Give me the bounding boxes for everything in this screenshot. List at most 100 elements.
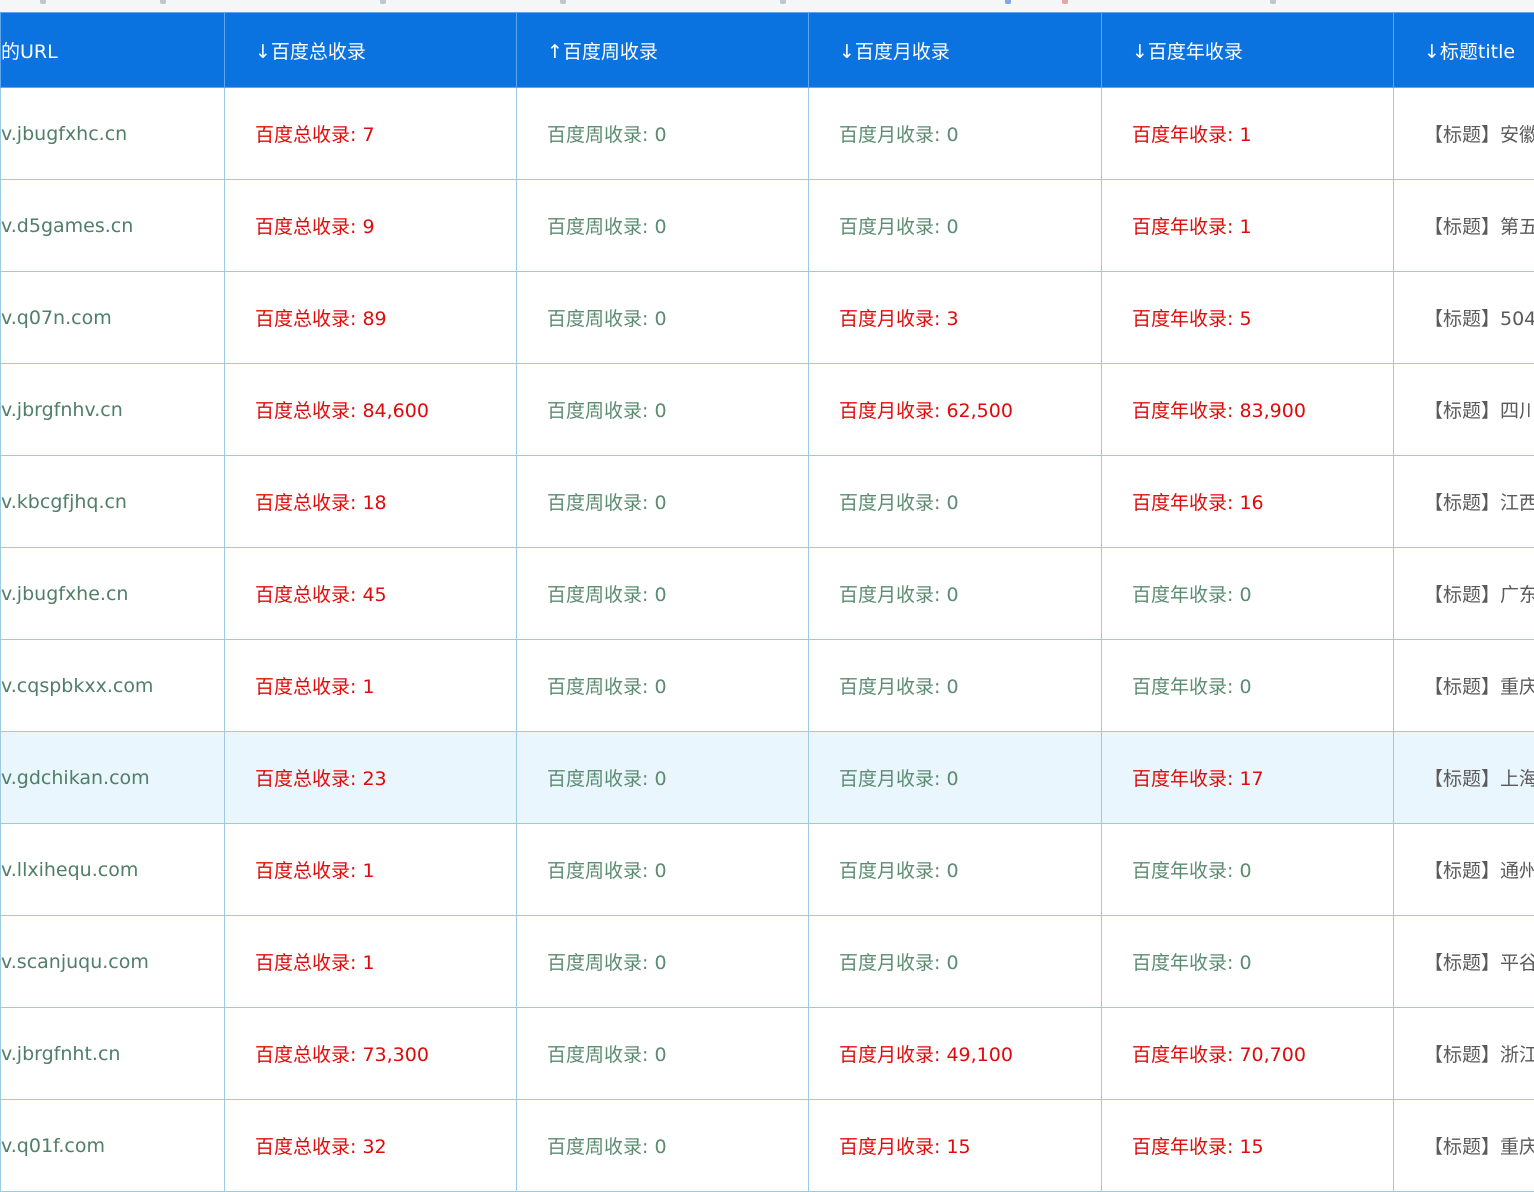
cell-title: 【标题】重庆 bbox=[1394, 1100, 1534, 1192]
cell-title: 【标题】四川 bbox=[1394, 364, 1534, 456]
bookmark-fragment[interactable] bbox=[1062, 0, 1068, 4]
cell-total-index: 百度总收录: 45 bbox=[225, 548, 517, 640]
cell-monthly-index: 百度月收录: 0 bbox=[809, 548, 1102, 640]
cell-yearly-index: 百度年收录: 83,900 bbox=[1102, 364, 1394, 456]
cell-monthly-index: 百度月收录: 0 bbox=[809, 640, 1102, 732]
table-header-row: 的URL ↓百度总收录 ↑百度周收录 ↓百度月收录 ↓百度年收录 ↓标题titl… bbox=[1, 13, 1534, 88]
cell-yearly-index: 百度年收录: 0 bbox=[1102, 548, 1394, 640]
cell-weekly-index: 百度周收录: 0 bbox=[517, 548, 809, 640]
cell-title: 【标题】通州 bbox=[1394, 824, 1534, 916]
column-header-yearly-index[interactable]: ↓百度年收录 bbox=[1102, 13, 1394, 88]
cell-weekly-index: 百度周收录: 0 bbox=[517, 456, 809, 548]
cell-yearly-index: 百度年收录: 15 bbox=[1102, 1100, 1394, 1192]
cell-url[interactable]: v.gdchikan.com bbox=[1, 732, 225, 824]
cell-monthly-index: 百度月收录: 0 bbox=[809, 916, 1102, 1008]
bookmark-fragment[interactable] bbox=[380, 0, 386, 4]
cell-total-index: 百度总收录: 18 bbox=[225, 456, 517, 548]
cell-title: 【标题】重庆 bbox=[1394, 640, 1534, 732]
cell-url[interactable]: v.jbugfxhc.cn bbox=[1, 88, 225, 180]
cell-weekly-index: 百度周收录: 0 bbox=[517, 364, 809, 456]
cell-url[interactable]: v.llxihequ.com bbox=[1, 824, 225, 916]
cell-yearly-index: 百度年收录: 1 bbox=[1102, 88, 1394, 180]
cell-total-index: 百度总收录: 89 bbox=[225, 272, 517, 364]
cell-yearly-index: 百度年收录: 0 bbox=[1102, 916, 1394, 1008]
cell-weekly-index: 百度周收录: 0 bbox=[517, 88, 809, 180]
cell-monthly-index: 百度月收录: 0 bbox=[809, 824, 1102, 916]
bookmark-fragment[interactable] bbox=[560, 0, 566, 4]
bookmark-fragment[interactable] bbox=[40, 0, 46, 4]
cell-title: 【标题】上海 bbox=[1394, 732, 1534, 824]
table-row[interactable]: v.cqspbkxx.com百度总收录: 1百度周收录: 0百度月收录: 0百度… bbox=[1, 640, 1534, 732]
cell-weekly-index: 百度周收录: 0 bbox=[517, 732, 809, 824]
cell-total-index: 百度总收录: 32 bbox=[225, 1100, 517, 1192]
cell-yearly-index: 百度年收录: 0 bbox=[1102, 824, 1394, 916]
cell-yearly-index: 百度年收录: 1 bbox=[1102, 180, 1394, 272]
cell-url[interactable]: v.kbcgfjhq.cn bbox=[1, 456, 225, 548]
cell-total-index: 百度总收录: 1 bbox=[225, 824, 517, 916]
cell-title: 【标题】广东 bbox=[1394, 548, 1534, 640]
cell-yearly-index: 百度年收录: 17 bbox=[1102, 732, 1394, 824]
cell-total-index: 百度总收录: 84,600 bbox=[225, 364, 517, 456]
cell-url[interactable]: v.cqspbkxx.com bbox=[1, 640, 225, 732]
bookmark-fragment[interactable] bbox=[1005, 0, 1011, 4]
cell-yearly-index: 百度年收录: 5 bbox=[1102, 272, 1394, 364]
cell-title: 【标题】江西 bbox=[1394, 456, 1534, 548]
column-header-title[interactable]: ↓标题title bbox=[1394, 13, 1534, 88]
cell-monthly-index: 百度月收录: 0 bbox=[809, 88, 1102, 180]
column-header-monthly-index[interactable]: ↓百度月收录 bbox=[809, 13, 1102, 88]
table-row[interactable]: v.jbrgfnhv.cn百度总收录: 84,600百度周收录: 0百度月收录:… bbox=[1, 364, 1534, 456]
cell-total-index: 百度总收录: 1 bbox=[225, 916, 517, 1008]
cell-monthly-index: 百度月收录: 49,100 bbox=[809, 1008, 1102, 1100]
cell-url[interactable]: v.scanjuqu.com bbox=[1, 916, 225, 1008]
cell-total-index: 百度总收录: 9 bbox=[225, 180, 517, 272]
cell-url[interactable]: v.jbrgfnht.cn bbox=[1, 1008, 225, 1100]
cell-url[interactable]: v.q01f.com bbox=[1, 1100, 225, 1192]
cell-title: 【标题】平谷 bbox=[1394, 916, 1534, 1008]
cell-weekly-index: 百度周收录: 0 bbox=[517, 1100, 809, 1192]
cell-url[interactable]: v.d5games.cn bbox=[1, 180, 225, 272]
cell-weekly-index: 百度周收录: 0 bbox=[517, 180, 809, 272]
table-row[interactable]: v.llxihequ.com百度总收录: 1百度周收录: 0百度月收录: 0百度… bbox=[1, 824, 1534, 916]
cell-weekly-index: 百度周收录: 0 bbox=[517, 1008, 809, 1100]
cell-url[interactable]: v.q07n.com bbox=[1, 272, 225, 364]
table-row[interactable]: v.jbrgfnht.cn百度总收录: 73,300百度周收录: 0百度月收录:… bbox=[1, 1008, 1534, 1100]
cell-yearly-index: 百度年收录: 70,700 bbox=[1102, 1008, 1394, 1100]
cell-monthly-index: 百度月收录: 15 bbox=[809, 1100, 1102, 1192]
table-row[interactable]: v.q01f.com百度总收录: 32百度周收录: 0百度月收录: 15百度年收… bbox=[1, 1100, 1534, 1192]
cell-url[interactable]: v.jbugfxhe.cn bbox=[1, 548, 225, 640]
column-header-total-index[interactable]: ↓百度总收录 bbox=[225, 13, 517, 88]
cell-monthly-index: 百度月收录: 0 bbox=[809, 732, 1102, 824]
cell-title: 【标题】安徽 bbox=[1394, 88, 1534, 180]
cell-monthly-index: 百度月收录: 0 bbox=[809, 180, 1102, 272]
bookmark-fragment[interactable] bbox=[160, 0, 166, 4]
cell-total-index: 百度总收录: 1 bbox=[225, 640, 517, 732]
cell-yearly-index: 百度年收录: 0 bbox=[1102, 640, 1394, 732]
cell-weekly-index: 百度周收录: 0 bbox=[517, 916, 809, 1008]
cell-yearly-index: 百度年收录: 16 bbox=[1102, 456, 1394, 548]
column-header-url[interactable]: 的URL bbox=[1, 13, 225, 88]
cell-total-index: 百度总收录: 23 bbox=[225, 732, 517, 824]
table-row[interactable]: v.d5games.cn百度总收录: 9百度周收录: 0百度月收录: 0百度年收… bbox=[1, 180, 1534, 272]
cell-weekly-index: 百度周收录: 0 bbox=[517, 824, 809, 916]
table-row[interactable]: v.scanjuqu.com百度总收录: 1百度周收录: 0百度月收录: 0百度… bbox=[1, 916, 1534, 1008]
cell-title: 【标题】第五 bbox=[1394, 180, 1534, 272]
table-row[interactable]: v.q07n.com百度总收录: 89百度周收录: 0百度月收录: 3百度年收录… bbox=[1, 272, 1534, 364]
cell-monthly-index: 百度月收录: 62,500 bbox=[809, 364, 1102, 456]
bookmark-fragment[interactable] bbox=[780, 0, 786, 4]
cell-monthly-index: 百度月收录: 0 bbox=[809, 456, 1102, 548]
cell-title: 【标题】504 bbox=[1394, 272, 1534, 364]
cell-weekly-index: 百度周收录: 0 bbox=[517, 272, 809, 364]
cell-weekly-index: 百度周收录: 0 bbox=[517, 640, 809, 732]
table-row[interactable]: v.jbugfxhc.cn百度总收录: 7百度周收录: 0百度月收录: 0百度年… bbox=[1, 88, 1534, 180]
cell-monthly-index: 百度月收录: 3 bbox=[809, 272, 1102, 364]
bookmark-fragment[interactable] bbox=[1270, 0, 1276, 4]
cell-total-index: 百度总收录: 7 bbox=[225, 88, 517, 180]
cell-total-index: 百度总收录: 73,300 bbox=[225, 1008, 517, 1100]
table-row[interactable]: v.kbcgfjhq.cn百度总收录: 18百度周收录: 0百度月收录: 0百度… bbox=[1, 456, 1534, 548]
cell-title: 【标题】浙江 bbox=[1394, 1008, 1534, 1100]
baidu-index-table: 的URL ↓百度总收录 ↑百度周收录 ↓百度月收录 ↓百度年收录 ↓标题titl… bbox=[0, 12, 1534, 1192]
cell-url[interactable]: v.jbrgfnhv.cn bbox=[1, 364, 225, 456]
table-row[interactable]: v.jbugfxhe.cn百度总收录: 45百度周收录: 0百度月收录: 0百度… bbox=[1, 548, 1534, 640]
table-row[interactable]: v.gdchikan.com百度总收录: 23百度周收录: 0百度月收录: 0百… bbox=[1, 732, 1534, 824]
column-header-weekly-index[interactable]: ↑百度周收录 bbox=[517, 13, 809, 88]
